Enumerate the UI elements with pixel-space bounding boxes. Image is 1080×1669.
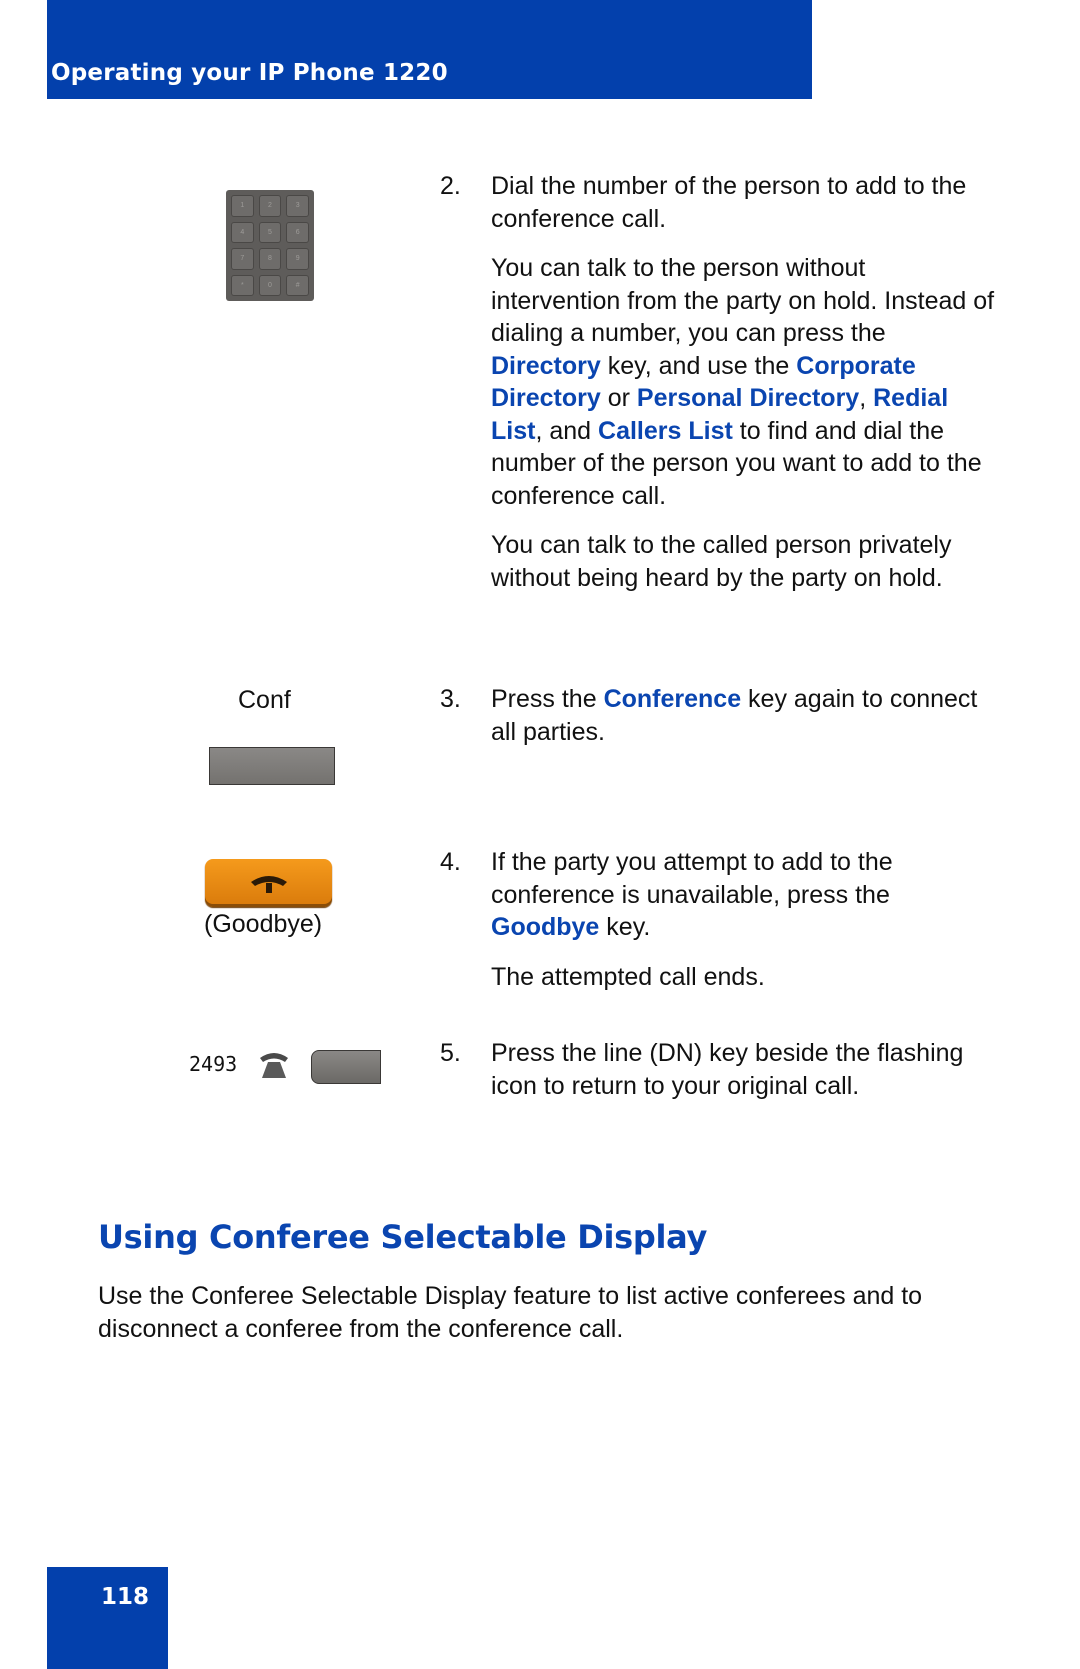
key-name: Callers List: [598, 416, 733, 445]
text-run: Press the line (DN) key beside the flash…: [491, 1039, 964, 1100]
procedure-step: 5. Press the line (DN) key beside the fla…: [440, 1037, 1000, 1119]
text-run: key.: [599, 913, 651, 941]
procedure-step: 3. Press the Conference key again to conn…: [440, 683, 1000, 765]
key-name: Directory: [491, 351, 601, 380]
key-name: Personal Directory: [636, 384, 860, 412]
step-paragraph: The attempted call ends.: [491, 961, 1000, 994]
dialpad-key: 0: [258, 274, 282, 296]
section-heading: Using Conferee Selectable Display: [98, 1218, 708, 1256]
text-run: key, and use the: [600, 351, 797, 380]
dialpad-key: #: [286, 274, 309, 296]
step-paragraph: You can talk to the person without inter…: [491, 252, 1000, 512]
text-run: or: [600, 384, 637, 412]
procedure-step: 4. If the party you attempt to add to the…: [440, 846, 1000, 1010]
step-number: 5.: [440, 1039, 461, 1067]
dialpad-key: 4: [231, 221, 254, 243]
hang-up-handset-icon: [250, 876, 287, 893]
text-run: Dial the number of the person to add to …: [491, 172, 967, 233]
key-name: Goodbye: [491, 913, 600, 941]
dialpad-key: 7: [231, 248, 254, 270]
dialpad-key: 3: [286, 195, 309, 217]
procedure-step: 2. Dial the number of the person to add t…: [440, 170, 1000, 611]
key-name: Conference: [603, 685, 742, 713]
dialpad-key: *: [231, 274, 254, 296]
step-number: 4.: [440, 848, 461, 876]
dialpad-key: 2: [258, 195, 282, 217]
conf-softkey-button: [209, 747, 335, 785]
text-run: If the party you attempt to add to the c…: [491, 848, 893, 909]
step-number: 3.: [440, 685, 461, 713]
section-body: Use the Conferee Selectable Display feat…: [98, 1282, 923, 1343]
text-run: You can talk to the called person privat…: [491, 531, 952, 592]
goodbye-key-label: (Goodbye): [204, 910, 323, 938]
step-paragraph: Press the Conference key again to connec…: [491, 683, 1000, 748]
dialpad-key: 5: [258, 221, 282, 243]
step-body: Press the Conference key again to connec…: [491, 683, 1000, 748]
dialpad-image: 1 2 3 4 5 6 7 8 9 * 0 #: [226, 190, 314, 301]
dialpad-key: 6: [286, 221, 309, 243]
conf-softkey-label: Conf: [238, 686, 291, 714]
dialpad-key: 1: [231, 195, 254, 217]
step-body: If the party you attempt to add to the c…: [491, 846, 1000, 993]
chapter-title: Operating your IP Phone 1220: [51, 60, 448, 86]
telephone-icon: [260, 1053, 288, 1078]
step-body: Press the line (DN) key beside the flash…: [491, 1037, 1000, 1102]
dn-number: 2493: [189, 1052, 238, 1076]
text-run: ,: [859, 384, 874, 412]
text-run: You can talk to the person without inter…: [491, 254, 995, 347]
text-run: , and: [535, 416, 599, 445]
text-run: Press the: [491, 685, 604, 713]
step-body: Dial the number of the person to add to …: [491, 170, 1000, 594]
step-number: 2.: [440, 172, 461, 200]
text-run: The attempted call ends.: [491, 962, 765, 991]
line-dn-key: [311, 1050, 381, 1084]
step-paragraph: If the party you attempt to add to the c…: [491, 846, 1000, 944]
goodbye-key: [205, 859, 332, 907]
step-paragraph: You can talk to the called person privat…: [491, 529, 1000, 594]
step-paragraph: Press the line (DN) key beside the flash…: [491, 1037, 1000, 1102]
page-number: 118: [101, 1584, 150, 1610]
page-number-box: [47, 1567, 168, 1669]
dialpad-key: 9: [286, 248, 309, 270]
step-paragraph: Dial the number of the person to add to …: [491, 170, 1000, 235]
dialpad-key: 8: [258, 248, 282, 270]
